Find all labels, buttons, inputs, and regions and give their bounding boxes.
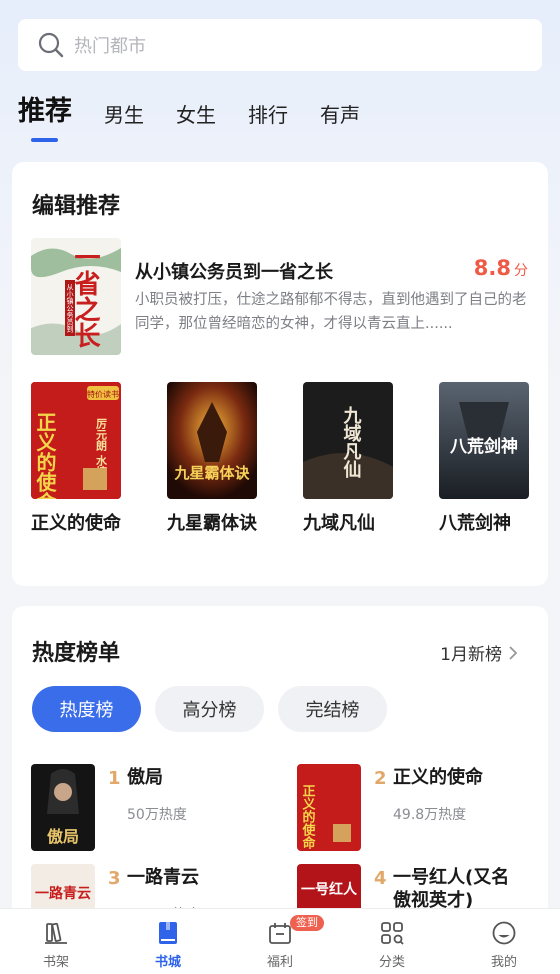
search-placeholder: 热门都市 [74, 36, 146, 57]
rank-title: 一路青云 [127, 867, 199, 888]
cover-title: 九域凡仙 [341, 406, 363, 478]
cover-title: 傲局 [47, 827, 79, 846]
hot-list-title: 热度榜单 [32, 641, 121, 666]
book-cover: 正义的使命 [297, 764, 361, 851]
category-tabs: 推荐 男生 女生 排行 有声 [18, 89, 392, 142]
chevron-right-icon [509, 645, 518, 660]
cover-title: 一号红人 [301, 881, 358, 898]
featured-book-cover[interactable]: 一省之长 从小镇公务员到 [31, 238, 121, 355]
tab-male[interactable]: 男生 [104, 99, 144, 136]
rank-number: 2 [374, 768, 387, 789]
nav-label: 分类 [378, 955, 405, 970]
rank-title: 傲局 [127, 767, 163, 788]
featured-cover-subtitle: 从小镇公务员到 [66, 284, 74, 333]
rank-number: 3 [108, 868, 121, 889]
nav-category[interactable]: 分类 [336, 909, 448, 974]
bookshelf-icon [45, 922, 67, 944]
rank-item[interactable]: 正义的使命 2 正义的使命 49.8万热度 [297, 764, 547, 854]
cover-title: 正义的使命 [300, 784, 317, 850]
pill-completed[interactable]: 完结榜 [278, 686, 387, 732]
nav-label: 福利 [266, 955, 293, 970]
nav-profile[interactable]: 我的 [448, 909, 560, 974]
tab-recommend[interactable]: 推荐 [18, 89, 72, 142]
featured-book-title[interactable]: 从小镇公务员到一省之长 [135, 258, 333, 284]
score-unit: 分 [514, 263, 528, 279]
editor-picks-card: 编辑推荐 一省之长 从小镇公务员到 从小镇公务员到一省之长 8.8 分 小职员被打… [12, 162, 548, 586]
rank-number: 1 [108, 768, 121, 789]
book-card[interactable]: 九域凡仙 九域凡仙 [303, 382, 393, 535]
book-icon [159, 922, 177, 944]
search-bar[interactable]: 热门都市 [18, 19, 542, 71]
tab-audio[interactable]: 有声 [320, 99, 360, 136]
profile-icon [492, 921, 516, 945]
book-cover: 特价读书 正义的使命 厉元朗 水婷月 [31, 382, 121, 499]
rank-number: 4 [374, 868, 387, 889]
grid-search-icon [381, 922, 404, 945]
search-icon [38, 32, 64, 58]
nav-label: 我的 [490, 955, 517, 970]
cover-title: 一路青云 [35, 885, 91, 902]
book-title: 九域凡仙 [303, 513, 375, 534]
nav-bookshelf[interactable]: 书架 [0, 909, 112, 974]
checkin-badge: 签到 [290, 915, 324, 931]
featured-book-score: 8.8 分 [474, 256, 528, 280]
pill-high-score[interactable]: 高分榜 [155, 686, 264, 732]
book-card[interactable]: 特价读书 正义的使命 厉元朗 水婷月 正义的使命 [31, 382, 121, 535]
nav-welfare[interactable]: 签到 福利 [224, 909, 336, 974]
rank-item[interactable]: 傲局 1 傲局 50万热度 [31, 764, 281, 854]
book-title: 八荒剑神 [439, 513, 511, 534]
nav-bookstore[interactable]: 书城 [112, 909, 224, 974]
featured-book-description: 小职员被打压，仕途之路郁郁不得志，直到他遇到了自己的老同学，那位曾经暗恋的女神，… [135, 292, 527, 332]
nav-label: 书架 [42, 955, 69, 970]
rank-heat: 50万热度 [127, 807, 187, 823]
tab-female[interactable]: 女生 [176, 99, 216, 136]
cover-title: 正义的使命 [33, 412, 57, 499]
book-cover: 八荒剑神 [439, 382, 529, 499]
monthly-list-link[interactable]: 1月新榜 [440, 640, 518, 665]
rank-title: 一号红人(又名傲视英才) [393, 867, 510, 911]
bottom-nav: 书架 书城 签到 福利 分类 我的 [0, 908, 560, 974]
book-card[interactable]: 九星霸体诀 九星霸体诀 [167, 382, 257, 535]
book-title: 正义的使命 [31, 513, 121, 534]
editor-picks-title: 编辑推荐 [32, 194, 121, 219]
book-title: 九星霸体诀 [167, 513, 257, 534]
cover-title: 八荒剑神 [450, 436, 518, 457]
book-cover: 九域凡仙 [303, 382, 393, 499]
cover-title: 九星霸体诀 [173, 464, 250, 482]
cover-tag: 特价读书 [87, 389, 119, 399]
monthly-list-label: 1月新榜 [440, 645, 502, 665]
score-value: 8.8 [473, 256, 511, 280]
rank-heat: 49.8万热度 [393, 807, 467, 823]
rank-title: 正义的使命 [393, 767, 483, 788]
book-cover: 九星霸体诀 [167, 382, 257, 499]
book-card[interactable]: 八荒剑神 八荒剑神 [439, 382, 529, 535]
hot-list-card: 热度榜单 1月新榜 热度榜 高分榜 完结榜 傲局 1 傲局 50万热度 正义的使… [12, 606, 548, 951]
tab-ranking[interactable]: 排行 [248, 99, 288, 136]
book-cover: 傲局 [31, 764, 95, 851]
nav-label: 书城 [154, 955, 181, 970]
pill-hot[interactable]: 热度榜 [32, 686, 141, 732]
